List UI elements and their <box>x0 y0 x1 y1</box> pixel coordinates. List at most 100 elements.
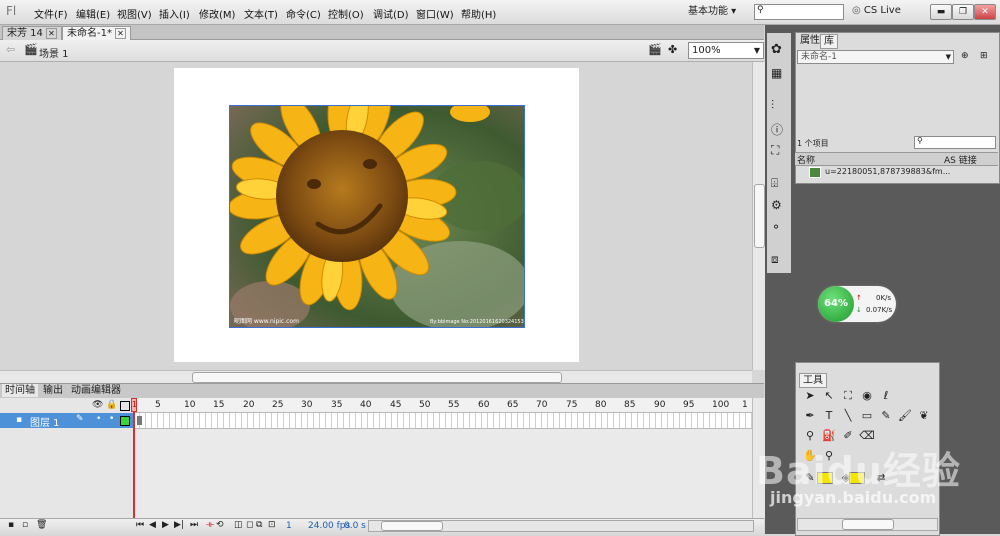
3d-rotation-icon[interactable]: ◉ <box>859 388 875 404</box>
align-icon[interactable]: ⫶ <box>771 98 774 113</box>
first-frame-icon[interactable]: ⏮ <box>136 520 144 530</box>
tab-document-1[interactable]: 宋芳 14 ✕ <box>2 26 62 40</box>
restore-button[interactable]: ❐ <box>952 4 974 20</box>
pen-tool-icon[interactable]: ✒ <box>802 408 818 424</box>
deco-tool-icon[interactable]: ❦ <box>916 408 932 424</box>
text-tool-icon[interactable]: T <box>821 408 837 424</box>
pencil-tool-icon[interactable]: ✎ <box>878 408 894 424</box>
motion-presets-icon[interactable]: ⚬ <box>771 220 781 234</box>
keyframe[interactable] <box>137 416 142 425</box>
ruler-number: 1 <box>742 400 748 410</box>
workspace-switcher[interactable]: 基本功能 ▾ <box>688 4 736 20</box>
playhead[interactable] <box>133 398 135 518</box>
info-icon[interactable]: ⓘ <box>771 121 783 138</box>
edit-multiple-icon[interactable]: ⧉ <box>256 520 262 530</box>
tab-output[interactable]: 输出 <box>40 384 66 397</box>
line-tool-icon[interactable]: ╲ <box>840 408 856 424</box>
current-frame[interactable]: 1 <box>286 521 292 531</box>
download-speed: 0.07K/s <box>866 306 893 314</box>
menu-file[interactable]: 文件(F) <box>34 6 68 21</box>
new-layer-icon[interactable]: ▪ <box>8 520 14 530</box>
zoom-select[interactable]: 100% ▼ <box>688 42 764 59</box>
project-icon[interactable]: ⧈ <box>771 252 779 267</box>
library-document-select[interactable]: 未命名-1 ▼ <box>797 50 954 64</box>
stage-vertical-scrollbar[interactable] <box>752 62 765 370</box>
scroll-thumb[interactable] <box>381 521 443 531</box>
free-transform-icon[interactable]: ⛶ <box>840 388 856 404</box>
onion-markers-icon[interactable]: ⊡ <box>268 520 276 530</box>
brush-tool-icon[interactable]: 🖌 <box>897 408 913 424</box>
subselection-tool-icon[interactable]: ↖ <box>821 388 837 404</box>
prev-frame-icon[interactable]: ◀ <box>149 520 156 530</box>
menu-help[interactable]: 帮助(H) <box>461 6 496 21</box>
delete-icon[interactable]: 🗑 <box>36 520 47 530</box>
back-arrow-icon[interactable]: ⇦ <box>6 43 15 56</box>
tab-document-2[interactable]: 未命名-1* ✕ <box>62 26 131 40</box>
ruler-number: 75 <box>566 400 578 410</box>
code-snippets-icon[interactable]: ⌹ <box>771 176 778 191</box>
swatches-icon[interactable]: ▦ <box>771 66 782 80</box>
menu-window[interactable]: 窗口(W) <box>416 6 454 21</box>
menu-edit[interactable]: 编辑(E) <box>76 6 110 21</box>
tools-scrollbar[interactable] <box>797 518 938 531</box>
last-frame-icon[interactable]: ⏭ <box>190 520 198 530</box>
lasso-icon[interactable]: ℓ <box>878 388 894 404</box>
ruler-number: 25 <box>272 400 284 410</box>
tab-motion-editor[interactable]: 动画编辑器 <box>68 384 124 397</box>
menu-debug[interactable]: 调试(D) <box>373 6 409 21</box>
help-search-input[interactable]: ⚲ <box>754 4 844 20</box>
menu-commands[interactable]: 命令(C) <box>286 6 321 21</box>
transform-icon[interactable]: ⛶ <box>771 143 779 158</box>
ruler-number: 20 <box>243 400 255 410</box>
center-frame-icon[interactable]: ⟛ <box>206 520 214 530</box>
new-folder-icon[interactable]: ▫ <box>22 520 28 530</box>
menu-modify[interactable]: 修改(M) <box>199 6 235 21</box>
lock-dot[interactable]: • <box>109 414 114 424</box>
next-frame-icon[interactable]: ▶| <box>174 520 184 530</box>
scroll-thumb[interactable] <box>842 519 894 530</box>
scroll-thumb[interactable] <box>192 372 562 383</box>
column-name[interactable]: 名称 <box>797 153 815 166</box>
components-icon[interactable]: ⚙ <box>771 198 782 212</box>
tab-timeline[interactable]: 时间轴 <box>2 384 38 397</box>
sunflower-image[interactable]: 昵图网 www.nipic.com By:bbimage No:20120161… <box>229 105 525 328</box>
menu-control[interactable]: 控制(O) <box>328 6 364 21</box>
play-icon[interactable]: ▶ <box>162 520 169 530</box>
color-icon[interactable]: ✿ <box>771 42 782 57</box>
cs-live-button[interactable]: ◎ CS Live <box>852 5 901 16</box>
library-item[interactable]: u=22180051,878739883&fm... <box>797 166 996 178</box>
onion-skin-icon[interactable]: ◫ <box>234 520 243 530</box>
close-tab-icon[interactable]: ✕ <box>46 28 57 39</box>
tab-library[interactable]: 库 <box>820 34 838 49</box>
selection-tool-icon[interactable]: ➤ <box>802 388 818 404</box>
layer-row[interactable]: ▪ 图层 1 ✎ • • <box>0 413 134 429</box>
eye-icon[interactable]: 👁 <box>92 400 103 410</box>
edit-scene-icon[interactable]: 🎬 <box>648 43 662 56</box>
rectangle-tool-icon[interactable]: ▭ <box>859 408 875 424</box>
scroll-thumb[interactable] <box>754 184 765 248</box>
minimize-button[interactable]: ▬ <box>930 4 952 20</box>
playhead-handle[interactable]: 1 <box>131 398 137 412</box>
frame-row[interactable] <box>134 413 752 429</box>
visibility-dot[interactable]: • <box>96 414 101 424</box>
timeline-horizontal-scrollbar[interactable] <box>368 520 754 532</box>
lock-icon[interactable]: 🔒 <box>106 400 117 410</box>
close-button[interactable]: ✕ <box>974 4 996 20</box>
close-tab-icon[interactable]: ✕ <box>115 28 126 39</box>
column-linkage[interactable]: AS 链接 <box>944 153 977 166</box>
menu-text[interactable]: 文本(T) <box>244 6 278 21</box>
tools-title[interactable]: 工具 <box>799 373 827 388</box>
layer-color-box[interactable] <box>120 416 130 426</box>
outline-icon[interactable] <box>120 401 130 411</box>
library-search-input[interactable]: ⚲ <box>914 136 996 149</box>
menu-view[interactable]: 视图(V) <box>117 6 152 21</box>
chevron-down-icon: ▼ <box>945 53 951 61</box>
stage-horizontal-scrollbar[interactable] <box>0 370 752 383</box>
new-library-icon[interactable]: ⊞ <box>980 51 988 61</box>
edit-symbol-icon[interactable]: ✤ <box>668 43 677 56</box>
menu-insert[interactable]: 插入(I) <box>159 6 190 21</box>
loop-icon[interactable]: ⟲ <box>216 520 224 530</box>
ruler-number: 85 <box>624 400 636 410</box>
pin-icon[interactable]: ⊕ <box>961 51 969 61</box>
onion-outline-icon[interactable]: ◻ <box>246 520 253 530</box>
